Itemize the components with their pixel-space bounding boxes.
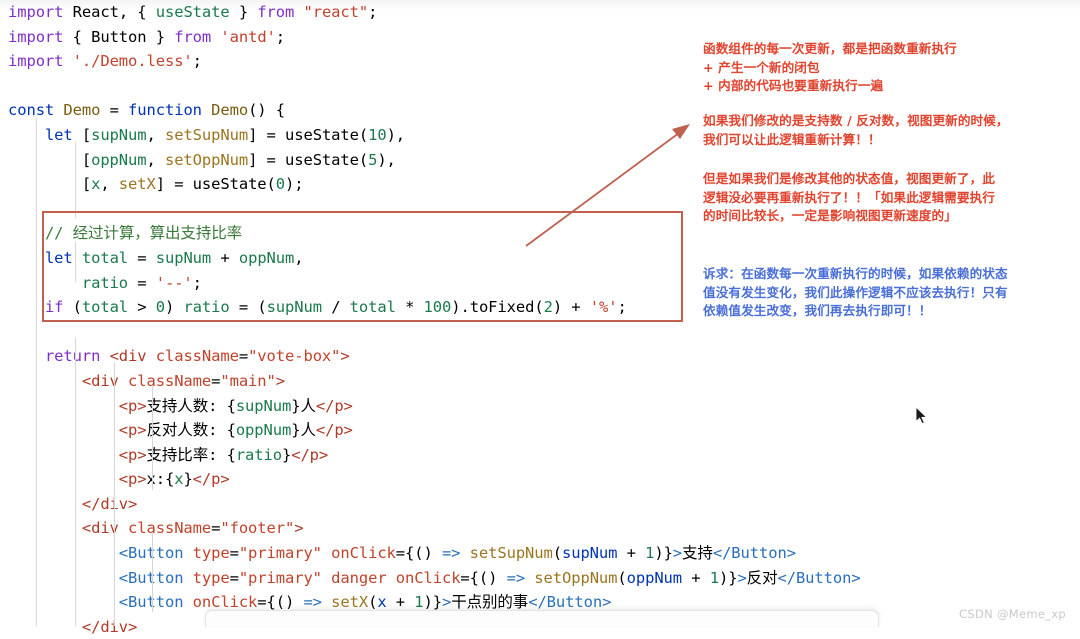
bottom-overlay-popup[interactable] (205, 610, 879, 627)
indent-guide (36, 118, 37, 626)
indent-guide (152, 386, 153, 490)
annotation-note-1: 函数组件的每一次更新，都是把函数重新执行 + 产生一个新的闭包 + 内部的代码也… (703, 41, 957, 93)
indent-guide (75, 338, 76, 626)
annotation-note-2: 如果我们修改的是支持数 / 反对数，视图更新的时候， 我们可以让此逻辑重新计算！… (703, 113, 1009, 147)
indent-guide (152, 532, 153, 612)
indent-guide (114, 362, 115, 626)
annotation-note-3: 但是如果我们是修改其他的状态值，视图更新了，此 逻辑没必要再重新执行了！！「如果… (703, 171, 995, 223)
indent-guide (75, 142, 76, 218)
indent-guide (75, 242, 76, 282)
watermark-text: CSDN @Meme_xp (959, 607, 1066, 621)
annotation-note-4: 诉求：在函数每一次重新执行的时候，如果依赖的状态 值没有发生变化，我们此操作逻辑… (703, 266, 1008, 318)
annotation-column: 函数组件的每一次更新，都是把函数重新执行 + 产生一个新的闭包 + 内部的代码也… (700, 0, 1080, 627)
